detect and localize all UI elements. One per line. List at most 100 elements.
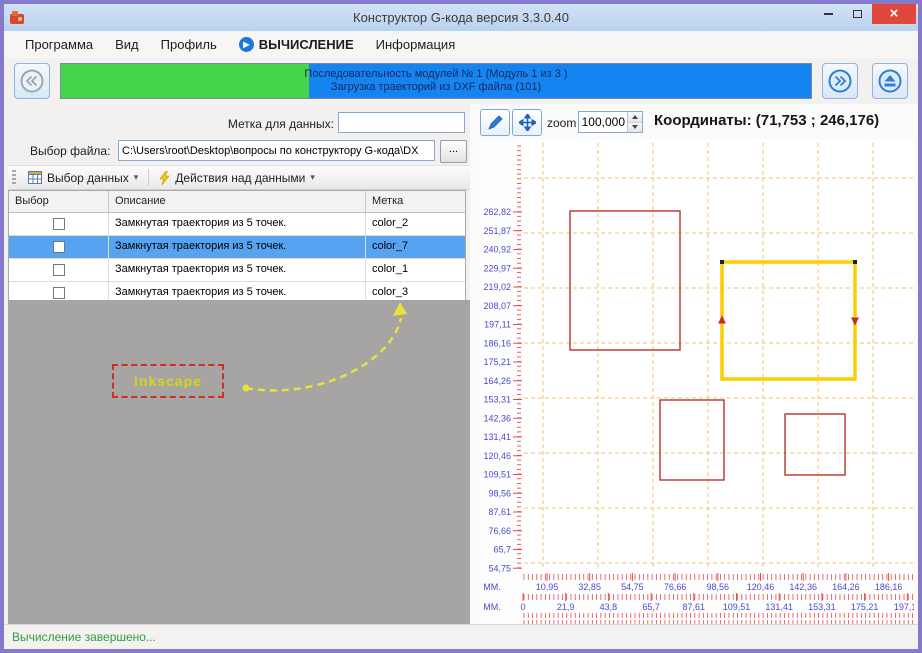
zoom-decrease-button[interactable] [628, 122, 642, 132]
progress-text: Последовательность модулей № 1 (Модуль 1… [61, 64, 811, 98]
annotation-arrow [242, 302, 407, 392]
header-select: Выбор [9, 191, 109, 212]
svg-text:ММ.: ММ. [483, 602, 501, 612]
coordinates-readout: Координаты: (71,753 ; 246,176) [654, 112, 880, 129]
svg-text:21,9: 21,9 [557, 602, 575, 612]
data-toolbar: Выбор данных ▾ Действия над данными ▾ [8, 165, 470, 190]
row-checkbox[interactable] [52, 264, 65, 276]
progress-bar: Последовательность модулей № 1 (Модуль 1… [60, 63, 812, 99]
menu-item-vychislenie[interactable]: ▶ ВЫЧИСЛЕНИЕ [228, 33, 365, 56]
svg-text:87,61: 87,61 [488, 507, 511, 517]
svg-text:98,56: 98,56 [707, 582, 730, 592]
row-description: Замкнутая траектория из 5 точек. [109, 213, 366, 235]
eject-button[interactable] [872, 63, 908, 99]
svg-text:109,51: 109,51 [483, 470, 511, 480]
svg-text:120,46: 120,46 [747, 582, 775, 592]
row-select-cell[interactable] [9, 236, 109, 258]
row-select-cell[interactable] [9, 259, 109, 281]
table-header: Выбор Описание Метка [9, 191, 465, 213]
double-left-chevron-icon [20, 69, 44, 93]
app-window: Конструктор G-кода версия 3.3.0.40 × Про… [0, 0, 922, 653]
table-row[interactable]: Замкнутая траектория из 5 точек. color_2 [9, 213, 465, 236]
svg-text:229,97: 229,97 [483, 263, 511, 273]
svg-text:87,61: 87,61 [683, 602, 706, 612]
svg-text:32,85: 32,85 [578, 582, 601, 592]
status-text: Вычисление завершено... [12, 630, 156, 644]
svg-text:142,36: 142,36 [789, 582, 817, 592]
chevron-down-icon: ▾ [133, 172, 139, 182]
svg-text:76,66: 76,66 [488, 526, 511, 536]
minimize-icon [824, 13, 833, 15]
svg-text:65,7: 65,7 [493, 545, 511, 555]
next-module-button[interactable] [822, 63, 858, 99]
statusbar: Вычисление завершено... [4, 624, 918, 649]
window-title: Конструктор G-кода версия 3.3.0.40 [353, 10, 569, 25]
edit-button[interactable] [480, 109, 510, 136]
svg-text:164,26: 164,26 [832, 582, 860, 592]
menu-item-programma[interactable]: Программа [14, 33, 104, 56]
menu-item-vid[interactable]: Вид [104, 33, 150, 56]
svg-text:186,16: 186,16 [875, 582, 903, 592]
select-data-label: Выбор данных [47, 170, 129, 185]
row-checkbox[interactable] [52, 287, 65, 299]
row-checkbox[interactable] [52, 218, 65, 230]
svg-text:131,41: 131,41 [765, 602, 793, 612]
work-area: Inkscape [8, 300, 470, 624]
menu-label: Профиль [160, 37, 217, 52]
header-description: Описание [109, 191, 366, 212]
previous-module-button[interactable] [14, 63, 50, 99]
canvas-svg[interactable]: 262,82 251,87 240,92 229,97 219,02 208,07 197,… [478, 140, 914, 624]
file-select-caption: Выбор файла: [30, 144, 111, 158]
row-checkbox[interactable] [52, 241, 65, 253]
svg-text:219,02: 219,02 [483, 282, 511, 292]
svg-text:10,95: 10,95 [536, 582, 559, 592]
svg-text:240,92: 240,92 [483, 245, 511, 255]
minimize-button[interactable] [814, 4, 843, 24]
maximize-button[interactable] [843, 4, 872, 24]
svg-text:197,11: 197,11 [484, 320, 511, 330]
table-row[interactable]: Замкнутая траектория из 5 точек. color_7 [9, 236, 465, 259]
table-row[interactable]: Замкнутая траектория из 5 точек. color_1 [9, 259, 465, 282]
down-arrow-icon [632, 125, 638, 130]
table-body: Замкнутая траектория из 5 точек. color_2 З… [9, 213, 465, 304]
menu-item-profil[interactable]: Профиль [150, 33, 228, 56]
svg-text:153,31: 153,31 [483, 395, 511, 405]
table-icon [28, 171, 42, 184]
inkscape-annotation: Inkscape [112, 364, 224, 398]
svg-text:175,21: 175,21 [851, 602, 879, 612]
svg-text:109,51: 109,51 [723, 602, 751, 612]
svg-text:54,75: 54,75 [488, 563, 511, 573]
zoom-caption: zoom [547, 116, 577, 130]
data-actions-dropdown[interactable]: Действия над данными ▾ [152, 168, 322, 188]
svg-text:43,8: 43,8 [600, 602, 618, 612]
close-button[interactable]: × [872, 4, 916, 24]
menu-label: Информация [375, 37, 456, 52]
browse-button[interactable]: ... [440, 140, 467, 163]
play-icon: ▶ [238, 37, 254, 52]
titlebar: Конструктор G-кода версия 3.3.0.40 × [4, 4, 918, 31]
svg-text:142,36: 142,36 [483, 413, 511, 423]
svg-text:120,46: 120,46 [483, 451, 511, 461]
svg-text:208,07: 208,07 [483, 301, 511, 311]
zoom-increase-button[interactable] [628, 112, 642, 123]
select-data-dropdown[interactable]: Выбор данных ▾ [21, 168, 145, 188]
pan-button[interactable] [512, 109, 542, 136]
zoom-spin-buttons [627, 112, 642, 132]
svg-text:ММ.: ММ. [483, 582, 501, 592]
menu-label: ВЫЧИСЛЕНИЕ [258, 37, 354, 52]
file-path-input[interactable] [118, 140, 435, 161]
svg-text:251,87: 251,87 [483, 226, 511, 236]
svg-text:0: 0 [520, 602, 525, 612]
row-select-cell[interactable] [9, 213, 109, 235]
data-actions-label: Действия над данными [175, 170, 306, 185]
move-arrows-icon [518, 114, 536, 131]
zoom-value-input[interactable] [579, 112, 627, 132]
header-label: Метка [372, 195, 404, 207]
data-label-input[interactable] [338, 112, 465, 133]
svg-text:175,21: 175,21 [483, 357, 511, 367]
svg-text:76,66: 76,66 [664, 582, 687, 592]
svg-text:153,31: 153,31 [808, 602, 836, 612]
row-label: color_2 [372, 217, 409, 229]
svg-text:131,41: 131,41 [483, 432, 511, 442]
menu-item-informatsiya[interactable]: Информация [365, 33, 467, 56]
